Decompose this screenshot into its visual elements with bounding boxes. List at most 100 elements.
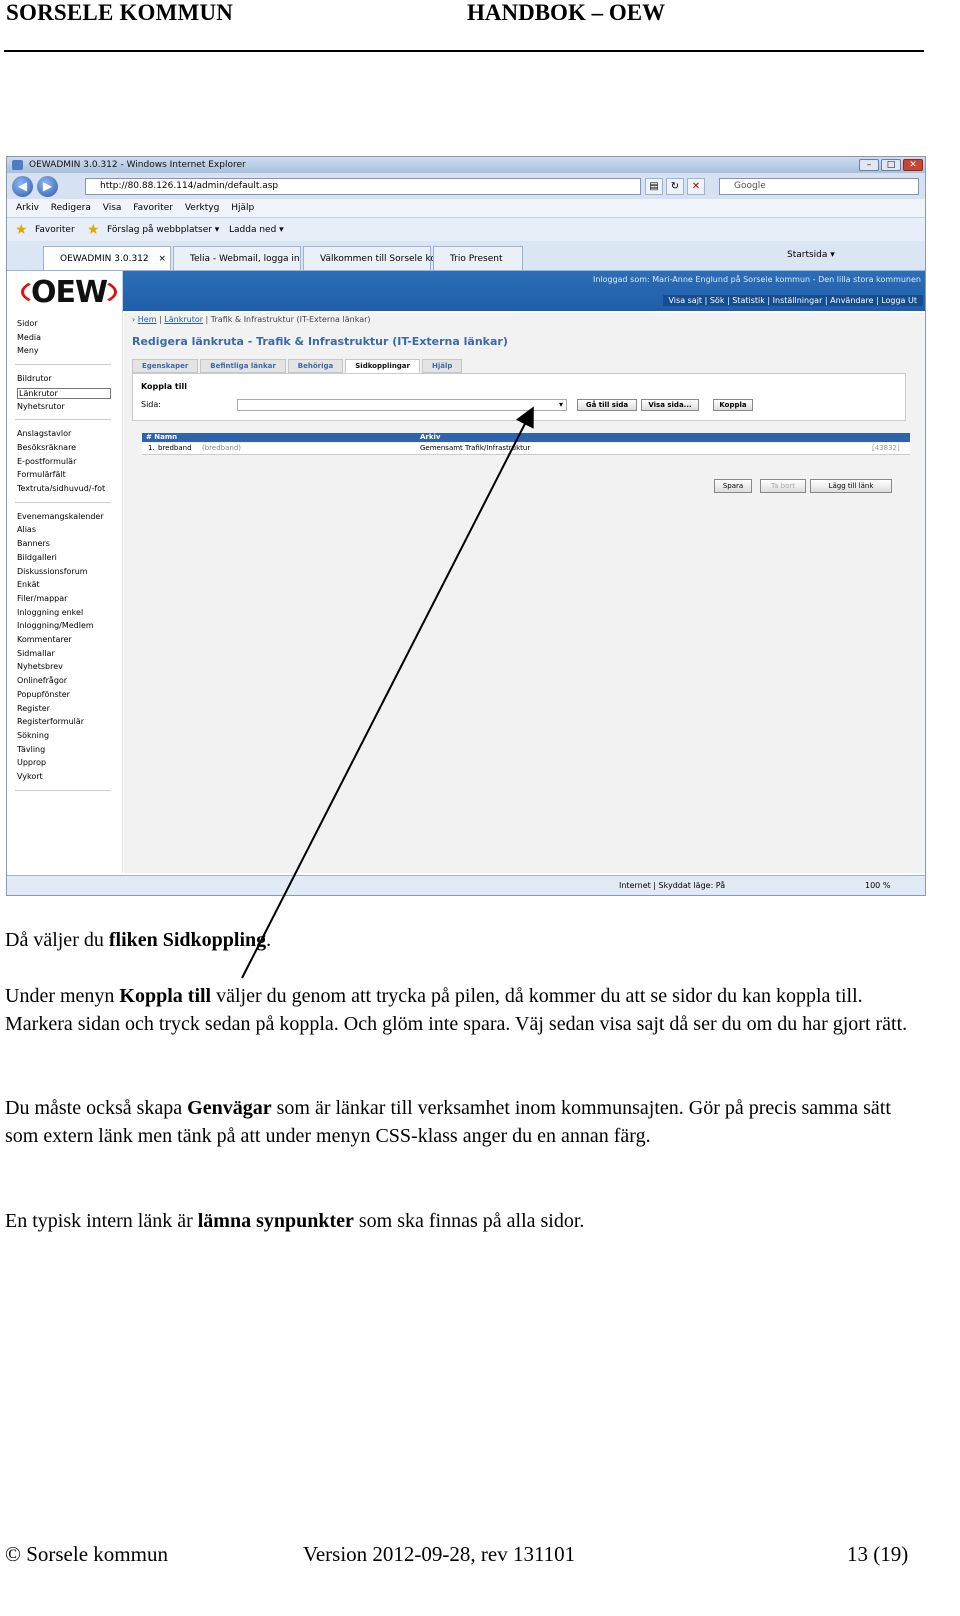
tab-sidkopplingar[interactable]: Sidkopplingar	[345, 359, 420, 373]
koppla-button[interactable]: Koppla	[713, 399, 753, 411]
document-footer: © Sorsele kommun Version 2012-09-28, rev…	[5, 1536, 925, 1572]
sidebar-item[interactable]: Popupfönster	[17, 690, 70, 699]
sidebar-item[interactable]: Sidmallar	[17, 649, 55, 658]
menu-verktyg[interactable]: Verktyg	[185, 203, 219, 213]
maximize-button[interactable]: □	[881, 159, 901, 171]
sidebar-item[interactable]: Sökning	[17, 731, 49, 740]
browser-title-bar: OEWADMIN 3.0.312 - Windows Internet Expl…	[7, 157, 925, 173]
koppla-heading: Koppla till	[141, 382, 187, 391]
koppla-till-panel: Koppla till Sida: ▾ Gå till sida Visa si…	[132, 373, 906, 421]
minimize-button[interactable]: –	[859, 159, 879, 171]
favorites-button[interactable]: Favoriter	[35, 218, 75, 242]
sida-label: Sida:	[141, 400, 161, 409]
download-link[interactable]: Ladda ned ▾	[229, 218, 284, 242]
breadcrumb-hem[interactable]: Hem	[138, 315, 157, 324]
sidebar-item[interactable]: Filer/mappar	[17, 594, 67, 603]
browser-tabs: OEWADMIN 3.0.312 × Telia - Webmail, logga…	[7, 241, 925, 271]
tab-behoriga[interactable]: Behöriga	[287, 359, 344, 373]
stop-icon[interactable]: ✕	[687, 178, 705, 195]
ta-bort-button[interactable]: Ta bort	[760, 479, 806, 493]
sidebar-item[interactable]: Register	[17, 704, 50, 713]
view-page-button[interactable]: Visa sida...	[641, 399, 699, 411]
sidebar-item[interactable]: Kommentarer	[17, 635, 72, 644]
sidebar-item[interactable]: Vykort	[17, 772, 43, 781]
chevron-down-icon: ▾	[558, 400, 563, 409]
go-to-page-button[interactable]: Gå till sida	[577, 399, 637, 411]
sidebar-divider	[15, 789, 111, 791]
login-info: Inloggad som: Mari-Anne Englund på Sorse…	[592, 275, 921, 284]
sidebar-item[interactable]: Bildgalleri	[17, 553, 57, 562]
breadcrumb-lankrutor[interactable]: Länkrutor	[164, 315, 203, 324]
sidebar-item[interactable]: Textruta/sidhuvud/-fot	[17, 484, 105, 493]
tab-egenskaper[interactable]: Egenskaper	[132, 359, 199, 373]
suggested-sites-link[interactable]: Förslag på webbplatser ▾	[107, 218, 219, 242]
sidebar-item[interactable]: Länkrutor	[17, 387, 111, 399]
menu-arkiv[interactable]: Arkiv	[16, 203, 39, 213]
sidebar-item[interactable]: Registerformulär	[17, 717, 84, 726]
ie-icon	[12, 160, 23, 170]
home-button[interactable]: Startsida ▾	[787, 250, 835, 260]
suggested-sites-icon: ★	[87, 222, 100, 238]
search-field[interactable]: Google	[719, 178, 919, 195]
table-row[interactable]: 1. bredband (bredband) Gemensamt Trafik/…	[142, 443, 910, 455]
sidebar-item[interactable]: Formulärfält	[17, 470, 66, 479]
sidebar-item[interactable]: E-postformulär	[17, 457, 76, 466]
back-icon[interactable]: ◀	[12, 176, 33, 197]
oew-logo: OEW	[11, 271, 123, 313]
tab-befintliga-lankar[interactable]: Befintliga länkar	[200, 359, 286, 373]
security-zone[interactable]: Internet | Skyddat läge: På	[619, 876, 725, 895]
sidebar-item[interactable]: Anslagstavlor	[17, 429, 71, 438]
sidebar-item[interactable]: Nyhetsrutor	[17, 402, 65, 411]
lagg-till-lank-button[interactable]: Lägg till länk	[810, 479, 892, 493]
sidebar-item[interactable]: Nyhetsbrev	[17, 662, 63, 671]
top-navigation[interactable]: Visa sajt | Sök | Statistik | Inställnin…	[662, 295, 923, 306]
tab-hjalp[interactable]: Hjälp	[421, 359, 463, 373]
breadcrumb: › Hem | Länkrutor | Trafik & Infrastrukt…	[132, 315, 371, 324]
compat-icon[interactable]: ▤	[645, 178, 663, 195]
header-document-title: HANDBOK – OEW	[467, 0, 666, 25]
sida-select[interactable]: ▾	[237, 399, 567, 411]
menu-bar: Arkiv Redigera Visa Favoriter Verktyg Hj…	[7, 199, 925, 217]
sidebar-item[interactable]: Meny	[17, 346, 39, 355]
close-window-button[interactable]: ✕	[903, 159, 923, 171]
sidebar-item[interactable]: Inloggning enkel	[17, 608, 83, 617]
page-title: Redigera länkruta - Trafik & Infrastrukt…	[132, 335, 508, 348]
footer-page-number: 13 (19)	[847, 1542, 909, 1566]
paragraph-1: Då väljer du fliken Sidkoppling.	[5, 929, 272, 951]
tab-telia[interactable]: Telia - Webmail, logga in	[173, 246, 301, 270]
tab-oewadmin[interactable]: OEWADMIN 3.0.312 ×	[43, 246, 171, 270]
sidebar-item[interactable]: Enkät	[17, 580, 40, 589]
menu-favoriter[interactable]: Favoriter	[133, 203, 173, 213]
sidebar-item[interactable]: Banners	[17, 539, 50, 548]
spara-button[interactable]: Spara	[714, 479, 752, 493]
sidebar-item[interactable]: Besöksräknare	[17, 443, 76, 452]
sidebar-item[interactable]: Onlinefrågor	[17, 676, 67, 685]
sidebar-item[interactable]: Alias	[17, 525, 36, 534]
forward-icon[interactable]: ▶	[37, 176, 58, 197]
tab-trio[interactable]: Trio Present	[433, 246, 523, 270]
sidebar-item[interactable]: Diskussionsforum	[17, 567, 88, 576]
refresh-icon[interactable]: ↻	[666, 178, 684, 195]
sidebar-item[interactable]: Tävling	[17, 745, 45, 754]
sidebar-item[interactable]: Evenemangskalender	[17, 512, 104, 521]
app-header: Inloggad som: Mari-Anne Englund på Sorse…	[11, 271, 925, 311]
tab-sorsele[interactable]: Välkommen till Sorsele ko...	[303, 246, 444, 270]
sidebar-item[interactable]: Media	[17, 333, 41, 342]
header-organization: SORSELE KOMMUN	[6, 0, 234, 25]
table-header: # Namn Arkiv	[142, 433, 910, 442]
sidebar-item[interactable]: Inloggning/Medlem	[17, 621, 94, 630]
menu-visa[interactable]: Visa	[103, 203, 122, 213]
sidebar-item[interactable]: Sidor	[17, 319, 38, 328]
sidebar-item[interactable]: Upprop	[17, 758, 46, 767]
menu-redigera[interactable]: Redigera	[51, 203, 91, 213]
zoom-level[interactable]: 100 %	[865, 876, 890, 895]
sidebar-item[interactable]: Bildrutor	[17, 374, 52, 383]
address-bar-row: ◀ ▶ http://80.88.126.114/admin/default.a…	[7, 173, 925, 199]
menu-hjalp[interactable]: Hjälp	[231, 203, 254, 213]
address-field[interactable]: http://80.88.126.114/admin/default.asp	[85, 178, 641, 195]
oew-admin-app: Inloggad som: Mari-Anne Englund på Sorse…	[11, 271, 925, 873]
content-tabs: Egenskaper Befintliga länkar Behöriga Si…	[132, 359, 464, 373]
paragraph-4: En typisk intern länk är lämna synpunkte…	[5, 1210, 585, 1232]
star-icon: ★	[15, 222, 28, 238]
sidebar-divider	[15, 501, 111, 503]
